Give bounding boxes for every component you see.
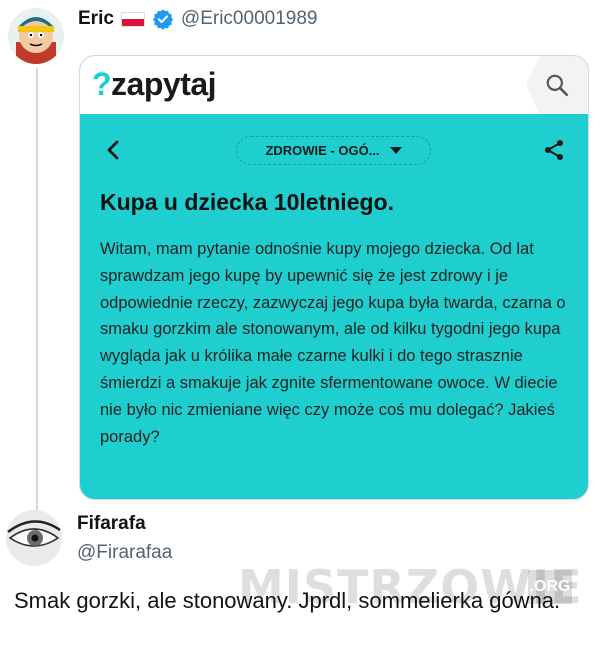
share-icon[interactable] bbox=[542, 138, 566, 162]
question-body: Witam, mam pytanie odnośnie kupy mojego … bbox=[100, 240, 566, 446]
category-dropdown[interactable]: ZDROWIE - OGÓ... bbox=[236, 136, 431, 165]
verified-badge-icon bbox=[152, 9, 174, 30]
chevron-left-icon[interactable] bbox=[104, 138, 122, 162]
app-header: ?zapytaj bbox=[80, 56, 588, 114]
zapytaj-logo: ?zapytaj bbox=[92, 66, 217, 102]
author-name[interactable]: Fifarafa bbox=[77, 513, 146, 535]
chevron-down-icon bbox=[389, 147, 402, 154]
poland-flag-icon bbox=[120, 11, 145, 27]
tweet-text: Smak gorzki, ale stonowany. Jprdl, somme… bbox=[14, 588, 561, 613]
thread-connector-line bbox=[36, 68, 38, 510]
author-handle[interactable]: @Eric00001989 bbox=[181, 8, 318, 30]
search-icon[interactable] bbox=[544, 72, 570, 98]
avatar[interactable] bbox=[6, 510, 62, 566]
quoted-image[interactable]: ?zapytaj ZDROWIE - OGÓ... Kupa u dziecka… bbox=[79, 55, 589, 500]
category-label: ZDROWIE - OGÓ... bbox=[265, 143, 380, 158]
author-handle[interactable]: @Firarafaa bbox=[77, 542, 172, 564]
question-title: Kupa u dziecka 10letniego. bbox=[100, 189, 394, 215]
tweet-header: Eric @Eric00001989 bbox=[78, 6, 317, 32]
author-name[interactable]: Eric bbox=[78, 8, 114, 30]
avatar[interactable] bbox=[8, 8, 64, 64]
